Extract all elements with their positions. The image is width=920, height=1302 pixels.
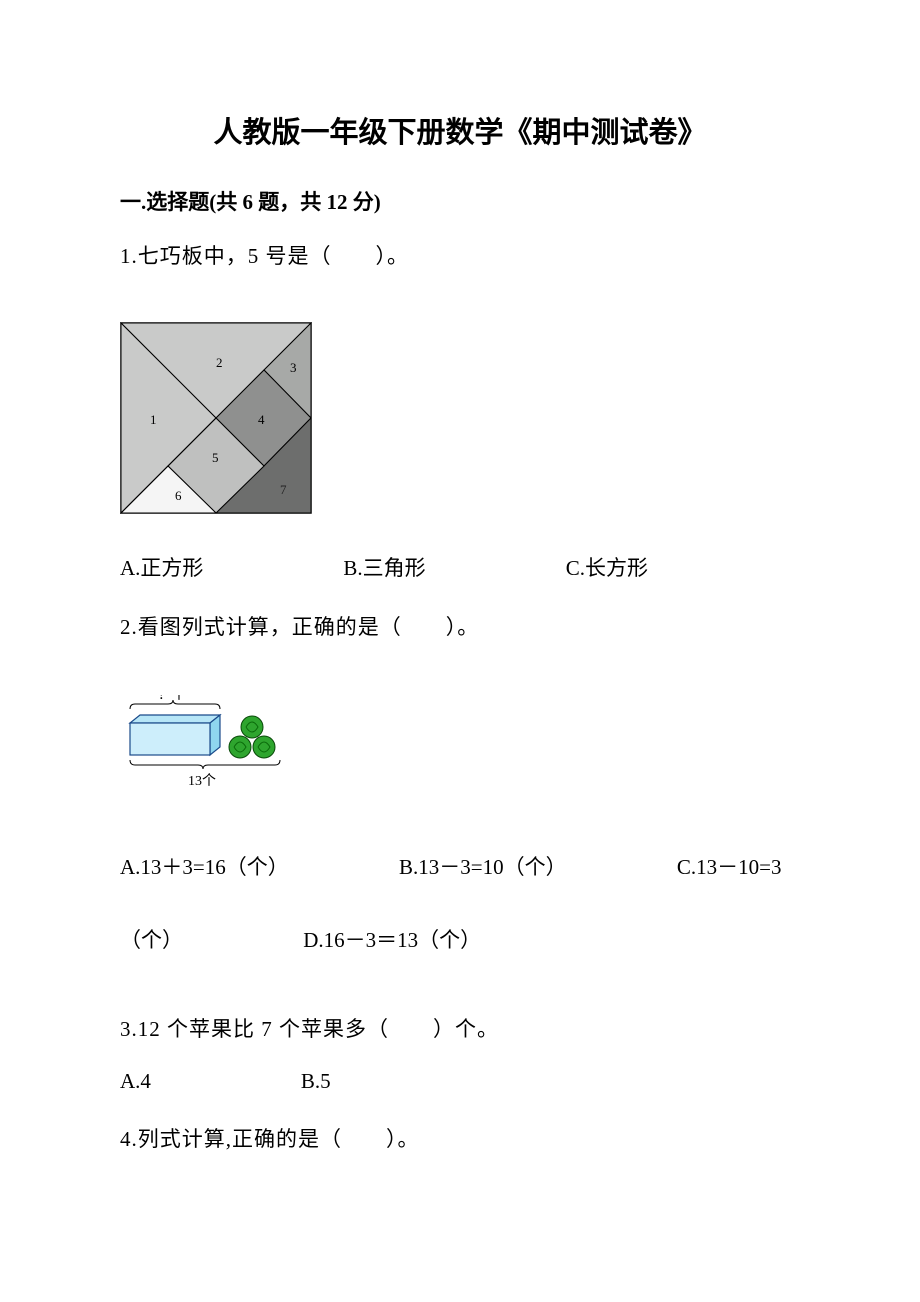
page-title: 人教版一年级下册数学《期中测试卷》 (120, 110, 800, 156)
question-3: 3.12 个苹果比 7 个苹果多（ ）个。 A.4 B.5 (120, 1003, 800, 1098)
tangram-label-1: 1 (150, 412, 157, 427)
question-2: 2.看图列式计算，正确的是（ ）。 ？个 13个 A.13＋3=16（个） B.… (120, 611, 800, 978)
q3-option-a: A.4 (120, 1065, 151, 1099)
question-4-text: 4.列式计算,正确的是（ ）。 (120, 1123, 800, 1157)
tangram-label-6: 6 (175, 488, 182, 503)
question-2-figure: ？个 13个 (120, 695, 800, 806)
tangram-label-3: 3 (290, 360, 297, 375)
q2-option-c-cont: （个） (120, 904, 183, 978)
q1-option-b: B.三角形 (343, 552, 425, 586)
question-2-text: 2.看图列式计算，正确的是（ ）。 (120, 611, 800, 645)
q2-bottom-label: 13个 (188, 773, 216, 789)
tangram-label-7: 7 (280, 482, 287, 497)
question-1-options: A.正方形 B.三角形 C.长方形 (120, 552, 800, 586)
q2-option-d: D.16－3＝13（个） (303, 904, 481, 978)
question-1: 1.七巧板中，5 号是（ ）。 1 2 3 4 5 6 7 (120, 240, 800, 586)
q2-option-c: C.13－10=3 (677, 831, 782, 905)
question-1-text: 1.七巧板中，5 号是（ ）。 (120, 240, 800, 274)
q2-option-b: B.13－3=10（个） (399, 831, 567, 905)
q1-option-c: C.长方形 (566, 552, 648, 586)
section-header: 一.选择题(共 6 题，共 12 分) (120, 186, 800, 220)
question-3-options: A.4 B.5 (120, 1065, 800, 1099)
tangram-label-4: 4 (258, 412, 265, 427)
tangram-label-5: 5 (212, 450, 219, 465)
q2-top-label: ？个 (158, 695, 186, 703)
tangram-figure: 1 2 3 4 5 6 7 (120, 322, 800, 525)
q3-option-b: B.5 (301, 1065, 331, 1099)
question-4: 4.列式计算,正确的是（ ）。 (120, 1123, 800, 1157)
tangram-label-2: 2 (216, 355, 223, 370)
q1-option-a: A.正方形 (120, 552, 203, 586)
question-3-text: 3.12 个苹果比 7 个苹果多（ ）个。 (120, 1013, 800, 1047)
question-2-options: A.13＋3=16（个） B.13－3=10（个） C.13－10=3 （个） … (120, 831, 800, 978)
q2-option-a: A.13＋3=16（个） (120, 831, 289, 905)
